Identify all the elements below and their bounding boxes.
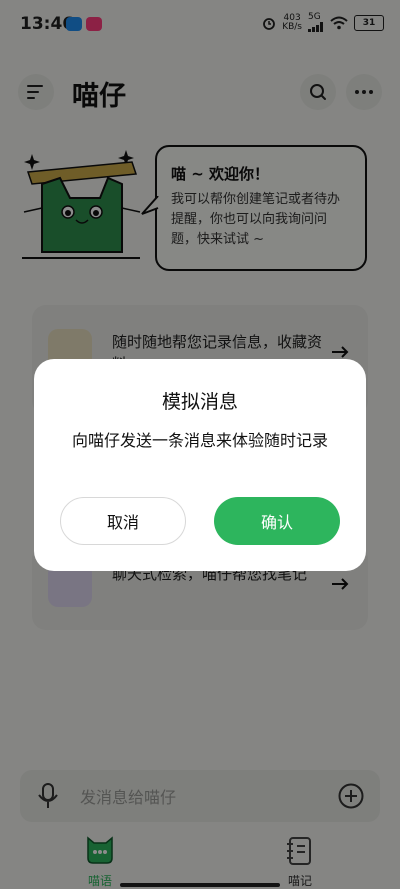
- dialog-message: 向喵仔发送一条消息来体验随时记录: [71, 431, 328, 450]
- dialog-title: 模拟消息: [161, 391, 238, 413]
- simulate-message-dialog: 模拟消息 向喵仔发送一条消息来体验随时记录 取消 确认: [34, 359, 366, 571]
- confirm-button[interactable]: 确认: [214, 497, 340, 545]
- cancel-button[interactable]: 取消: [60, 497, 186, 545]
